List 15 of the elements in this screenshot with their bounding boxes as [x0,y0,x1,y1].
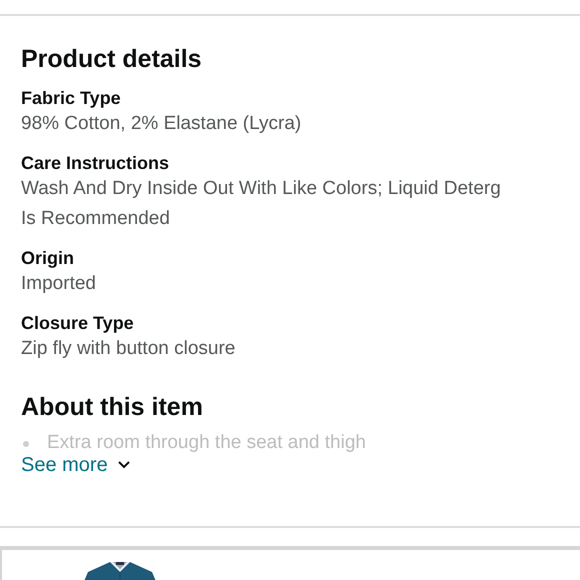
attribute-label: Fabric Type [21,87,122,109]
attribute-label: Care Instructions [21,152,170,174]
attribute-value: Imported [21,272,96,296]
see-more-link[interactable]: See more [21,452,130,478]
attribute-value: Is Recommended [21,207,170,231]
section-heading: Product details [21,44,203,74]
caret-icon [118,461,130,469]
bullet-text: Extra room through the seat and thigh [47,431,366,455]
attribute-label: Closure Type [21,312,135,334]
attribute-label: Origin [21,247,75,269]
attribute-value: 98% Cotton, 2% Elastane (Lycra) [21,112,302,136]
attribute-value: Wash And Dry Inside Out With Like Colors; Liquid Deterg [21,177,501,201]
section-heading: About this item [21,392,204,422]
bullet-icon [23,441,29,447]
attribute-value: Zip fly with button closure [21,337,236,361]
